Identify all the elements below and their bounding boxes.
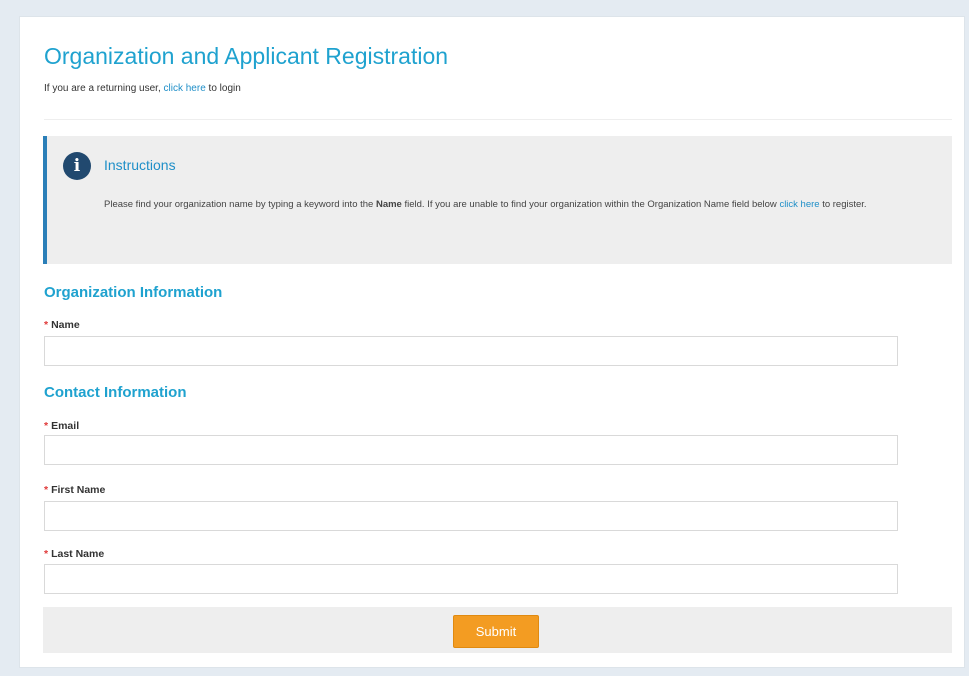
first-name-label: * First Name [44, 484, 105, 496]
name-label-text: Name [51, 319, 80, 331]
instructions-panel: i Instructions Please find your organiza… [43, 136, 952, 264]
divider [44, 119, 952, 120]
instructions-text-part-3: to register. [819, 199, 867, 210]
required-marker: * [44, 420, 49, 432]
page-title: Organization and Applicant Registration [44, 43, 449, 69]
email-label-text: Email [51, 420, 80, 432]
form-footer: Submit [43, 607, 952, 653]
required-marker: * [44, 319, 49, 331]
register-link[interactable]: click here [779, 199, 819, 210]
instructions-text-part-2: field. If you are unable to find your or… [401, 199, 780, 210]
organization-information-heading: Organization Information [44, 284, 223, 301]
registration-card: Organization and Applicant Registration … [19, 16, 965, 668]
email-label: * Email [44, 420, 79, 432]
instructions-text-part-1: Please find your organization name by ty… [104, 199, 376, 210]
login-link[interactable]: click here [164, 83, 206, 94]
first-name-input[interactable] [44, 501, 898, 531]
last-name-input[interactable] [44, 564, 898, 594]
instructions-text: Please find your organization name by ty… [104, 194, 944, 216]
contact-information-heading: Contact Information [44, 384, 187, 401]
returning-user-suffix: to login [205, 83, 241, 94]
last-name-label-text: Last Name [51, 548, 105, 560]
last-name-label: * Last Name [44, 548, 104, 560]
instructions-title: Instructions [104, 157, 176, 173]
info-icon: i [63, 152, 91, 180]
required-marker: * [44, 484, 49, 496]
returning-user-text: If you are a returning user, click here … [44, 83, 241, 94]
name-label: * Name [44, 319, 80, 331]
returning-user-prefix: If you are a returning user, [44, 83, 164, 94]
required-marker: * [44, 548, 49, 560]
submit-button[interactable]: Submit [453, 615, 539, 648]
email-input[interactable] [44, 435, 898, 465]
first-name-label-text: First Name [51, 484, 106, 496]
instructions-name-emphasis: Name [375, 199, 402, 210]
organization-name-input[interactable] [44, 336, 898, 366]
